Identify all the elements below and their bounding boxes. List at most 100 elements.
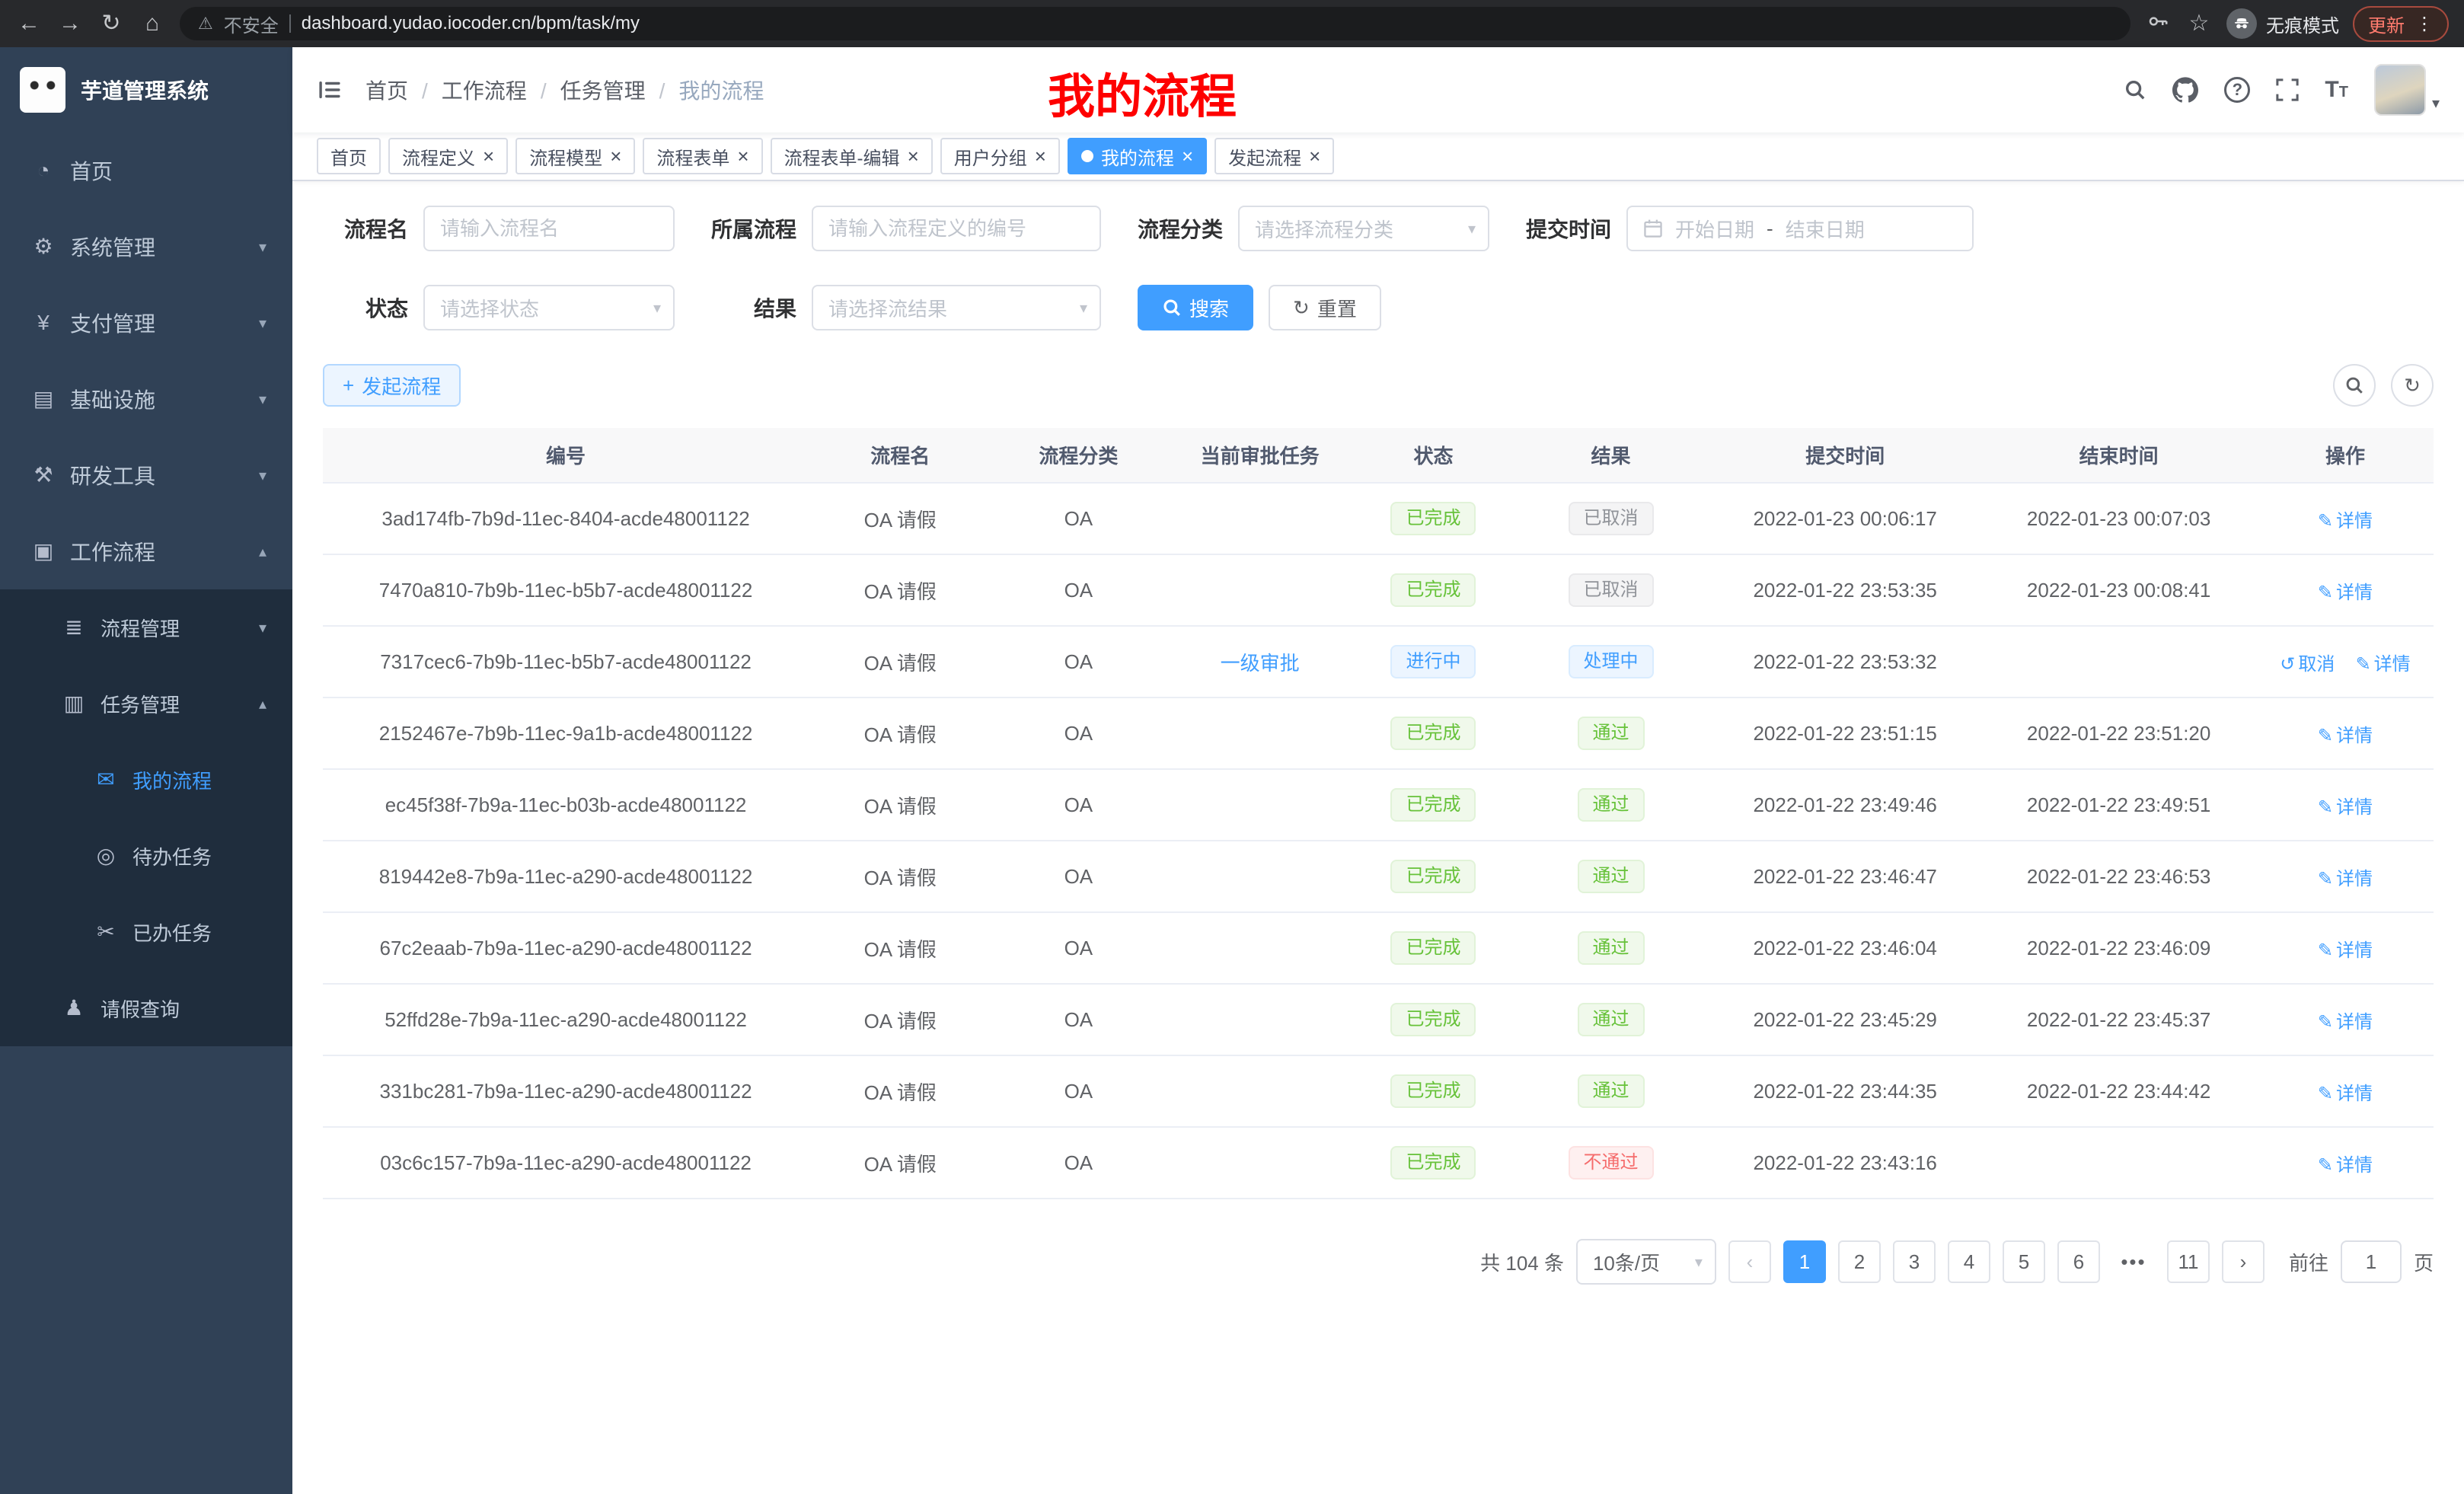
tab[interactable]: 流程定义 ×	[388, 138, 508, 174]
home-icon[interactable]: ⌂	[139, 12, 166, 35]
sidebar-item[interactable]: ⚙ 系统管理 ▾	[0, 209, 292, 285]
reset-button[interactable]: ↻ 重置	[1269, 285, 1381, 330]
next-page-button[interactable]: ›	[2222, 1240, 2265, 1283]
process-category-select[interactable]: 请选择流程分类 ▾	[1238, 206, 1489, 251]
page-number-button[interactable]: 11	[2167, 1240, 2210, 1283]
search-icon[interactable]	[2124, 78, 2146, 101]
sidebar-item[interactable]: ▤ 基础设施 ▾	[0, 361, 292, 437]
sidebar-item[interactable]: ◔ 首页	[0, 132, 292, 209]
tab[interactable]: 流程表单 ×	[643, 138, 762, 174]
sidebar-item[interactable]: ¥ 支付管理 ▾	[0, 285, 292, 361]
close-icon[interactable]: ×	[610, 146, 621, 166]
cell-process-name: OA 请假	[809, 1127, 991, 1199]
create-process-button[interactable]: + 发起流程	[323, 364, 461, 407]
goto-page-input[interactable]	[2341, 1240, 2402, 1283]
tab[interactable]: 首页	[317, 138, 381, 174]
prev-page-button[interactable]: ‹	[1728, 1240, 1771, 1283]
page-number-button[interactable]: •••	[2112, 1240, 2155, 1283]
tab[interactable]: 发起流程 ×	[1214, 138, 1334, 174]
status-select[interactable]: 请选择状态 ▾	[423, 285, 675, 330]
cell-submit-time: 2022-01-22 23:43:16	[1709, 1127, 1980, 1199]
incognito-spy-icon	[2226, 8, 2257, 39]
cell-id: 2152467e-7b9b-11ec-9a1b-acde48001122	[323, 698, 809, 769]
sidebar-item[interactable]: ♟ 请假查询	[0, 970, 292, 1046]
page-number-button[interactable]: 1	[1783, 1240, 1826, 1283]
font-size-icon[interactable]: TT	[2325, 78, 2348, 101]
tab[interactable]: 用户分组 ×	[940, 138, 1060, 174]
submit-time-range-picker[interactable]: 开始日期 - 结束日期	[1626, 206, 1974, 251]
detail-link[interactable]: ✎详情	[2318, 869, 2373, 889]
process-name-input[interactable]	[423, 206, 675, 251]
sidebar-item[interactable]: ▥ 任务管理 ▴	[0, 666, 292, 742]
column-header: 流程名	[809, 428, 991, 483]
toggle-search-button[interactable]	[2333, 364, 2376, 407]
detail-link[interactable]: ✎详情	[2356, 654, 2411, 675]
reload-icon[interactable]: ↻	[97, 12, 125, 35]
breadcrumb-item[interactable]: 我的流程	[646, 75, 764, 105]
bookmark-star-icon[interactable]: ☆	[2185, 12, 2213, 35]
avatar[interactable]	[2374, 64, 2426, 116]
detail-link[interactable]: ✎详情	[2318, 797, 2373, 818]
detail-link[interactable]: ✎详情	[2318, 1084, 2373, 1104]
result-select[interactable]: 请选择流结果 ▾	[812, 285, 1101, 330]
sidebar-item[interactable]: ▣ 工作流程 ▴	[0, 513, 292, 589]
fullscreen-icon[interactable]	[2276, 78, 2299, 101]
cell-actions: ✎详情	[2257, 841, 2434, 912]
sidebar-item[interactable]: ✂ 已办任务	[0, 894, 292, 970]
tab[interactable]: 我的流程 ×	[1068, 138, 1207, 174]
url-bar[interactable]: ⚠ 不安全 dashboard.yudao.iocoder.cn/bpm/tas…	[180, 7, 2130, 40]
close-icon[interactable]: ×	[1309, 146, 1320, 166]
start-date-input[interactable]: 开始日期	[1675, 215, 1754, 243]
status-badge: 已完成	[1390, 1146, 1476, 1180]
user-menu[interactable]: ▾	[2374, 64, 2440, 116]
table-header-row: 编号 流程名 流程分类 当前审批任务 状态 结果 提交时间	[323, 428, 2434, 483]
password-key-icon[interactable]	[2144, 10, 2172, 37]
app-logo-row[interactable]: 芋道管理系统	[0, 47, 292, 132]
detail-link[interactable]: ✎详情	[2318, 1012, 2373, 1033]
undo-icon: ↺	[2280, 654, 2295, 675]
goto-label: 前往	[2289, 1248, 2328, 1276]
end-date-input[interactable]: 结束日期	[1786, 215, 1865, 243]
help-icon[interactable]: ?	[2224, 77, 2250, 103]
status-badge: 已完成	[1390, 573, 1476, 607]
detail-link[interactable]: ✎详情	[2318, 726, 2373, 746]
close-icon[interactable]: ×	[908, 146, 919, 166]
tab[interactable]: 流程模型 ×	[515, 138, 635, 174]
page-number-button[interactable]: 5	[2003, 1240, 2045, 1283]
tab[interactable]: 流程表单-编辑 ×	[771, 138, 933, 174]
sidebar-item[interactable]: ⚒ 研发工具 ▾	[0, 437, 292, 513]
page-number-button[interactable]: 3	[1893, 1240, 1936, 1283]
forward-icon[interactable]: →	[56, 12, 84, 35]
breadcrumb-item[interactable]: 工作流程	[408, 75, 527, 105]
page-size-select[interactable]: 10条/页 ▾	[1576, 1239, 1716, 1285]
page-number-button[interactable]: 2	[1838, 1240, 1881, 1283]
close-icon[interactable]: ×	[1035, 146, 1046, 166]
task-link[interactable]: 一级审批	[1221, 652, 1300, 675]
result-badge: 已取消	[1569, 502, 1654, 535]
sidebar-fold-icon[interactable]	[317, 77, 343, 103]
browser-menu-icon[interactable]: ⋮	[2415, 13, 2434, 35]
page-number-button[interactable]: 4	[1948, 1240, 1990, 1283]
github-icon[interactable]	[2172, 77, 2198, 103]
breadcrumb-item[interactable]: 首页	[365, 75, 408, 105]
sidebar-item[interactable]: ◎ 待办任务	[0, 818, 292, 894]
sidebar-item[interactable]: ≣ 流程管理 ▾	[0, 589, 292, 666]
breadcrumb-item[interactable]: 任务管理	[527, 75, 646, 105]
detail-link[interactable]: ✎详情	[2318, 583, 2373, 603]
filter-row-1: 流程名 所属流程 流程分类 请选择流程分类 ▾ 提交时间	[323, 206, 2434, 251]
close-icon[interactable]: ×	[483, 146, 494, 166]
page-number-button[interactable]: 6	[2057, 1240, 2100, 1283]
sidebar-item[interactable]: ✉ 我的流程	[0, 742, 292, 818]
close-icon[interactable]: ×	[737, 146, 748, 166]
refresh-table-button[interactable]: ↻	[2391, 364, 2434, 407]
search-button[interactable]: 搜索	[1138, 285, 1253, 330]
close-icon[interactable]: ×	[1182, 146, 1193, 166]
detail-link[interactable]: ✎详情	[2318, 511, 2373, 532]
workflow-icon: ▣	[30, 541, 56, 562]
cancel-link[interactable]: ↺取消	[2280, 654, 2335, 675]
back-icon[interactable]: ←	[15, 12, 43, 35]
update-button[interactable]: 更新 ⋮	[2353, 6, 2449, 42]
detail-link[interactable]: ✎详情	[2318, 1155, 2373, 1176]
process-def-input[interactable]	[812, 206, 1101, 251]
detail-link[interactable]: ✎详情	[2318, 940, 2373, 961]
